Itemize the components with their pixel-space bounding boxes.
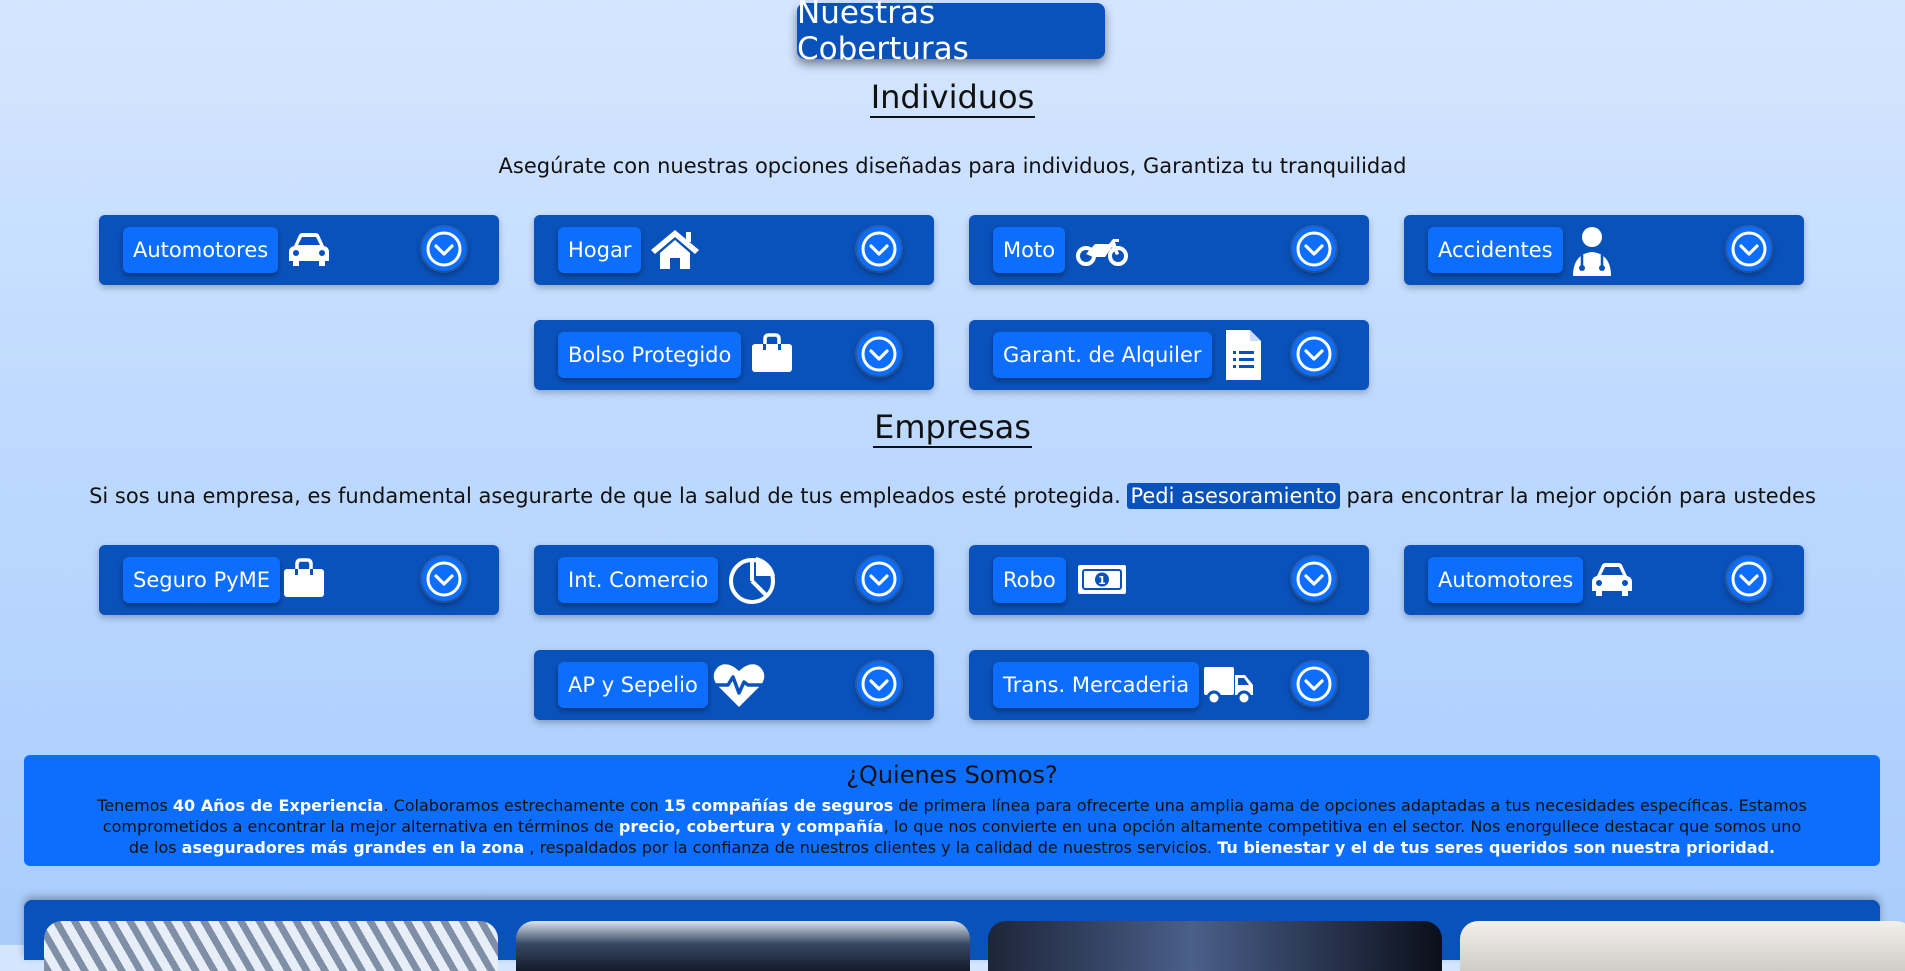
card-label: Int. Comercio [558,557,719,603]
card-accidentes[interactable]: Accidentes [1404,215,1804,285]
chevron-down-icon[interactable] [1727,227,1771,271]
motorcycle-icon [1075,226,1129,272]
card-hogar[interactable]: Hogar [534,215,934,285]
gallery-image [988,921,1442,971]
briefcase-icon [282,556,326,602]
card-ap-sepelio[interactable]: AP y Sepelio [534,650,934,720]
card-seguro-pyme[interactable]: Seguro PyME [99,545,499,615]
card-automotores-individuos[interactable]: Automotores [99,215,499,285]
card-bolso-protegido[interactable]: Bolso Protegido [534,320,934,390]
about-text: Tenemos 40 Años de Experiencia. Colabora… [97,796,1807,857]
empresas-description: Si sos una empresa, es fundamental asegu… [89,483,1816,509]
chevron-down-icon[interactable] [857,557,901,601]
svg-text:1: 1 [1098,574,1106,587]
bag-icon [750,331,794,377]
card-label: Trans. Mercaderia [993,662,1200,708]
card-label: Automotores [123,227,279,273]
chevron-down-icon[interactable] [857,332,901,376]
individuos-description: Asegúrate con nuestras opciones diseñada… [498,154,1407,178]
page-title: Nuestras Coberturas [797,0,1105,67]
pie-chart-icon [727,554,777,606]
card-label: Moto [993,227,1066,273]
gallery-image [516,921,970,971]
heart-pulse-icon [712,661,766,709]
gallery-image [44,921,498,971]
doctor-icon [1568,226,1616,278]
card-int-comercio[interactable]: Int. Comercio [534,545,934,615]
chevron-down-icon[interactable] [1292,557,1336,601]
chevron-down-icon[interactable] [857,227,901,271]
section-title-empresas: Empresas [873,408,1032,448]
chevron-down-icon[interactable] [857,662,901,706]
document-icon [1223,328,1263,382]
gallery-image [1460,921,1905,971]
car-icon [284,226,334,272]
card-label: Accidentes [1428,227,1563,273]
card-label: Hogar [558,227,642,273]
truck-icon [1202,661,1256,709]
card-moto[interactable]: Moto [969,215,1369,285]
about-section: ¿Quienes Somos? Tenemos 40 Años de Exper… [24,755,1880,866]
section-title-individuos: Individuos [869,78,1036,118]
card-automotores-empresas[interactable]: Automotores [1404,545,1804,615]
car-icon [1587,556,1637,602]
card-robo[interactable]: Robo 1 [969,545,1369,615]
about-title: ¿Quienes Somos? [846,761,1058,789]
money-bill-icon: 1 [1076,556,1128,602]
card-garant-alquiler[interactable]: Garant. de Alquiler [969,320,1369,390]
chevron-down-icon[interactable] [422,227,466,271]
chevron-down-icon[interactable] [1292,332,1336,376]
card-label: Bolso Protegido [558,332,742,378]
gallery-section [24,900,1905,971]
card-label: Robo [993,557,1066,603]
card-label: Garant. de Alquiler [993,332,1212,378]
chevron-down-icon[interactable] [1292,662,1336,706]
pedi-asesoramiento-link[interactable]: Pedi asesoramiento [1127,483,1340,509]
card-label: Seguro PyME [123,557,281,603]
card-label: AP y Sepelio [558,662,708,708]
chevron-down-icon[interactable] [1292,227,1336,271]
chevron-down-icon[interactable] [1727,557,1771,601]
card-trans-mercaderia[interactable]: Trans. Mercaderia [969,650,1369,720]
card-label: Automotores [1428,557,1584,603]
house-icon [649,226,701,272]
chevron-down-icon[interactable] [422,557,466,601]
